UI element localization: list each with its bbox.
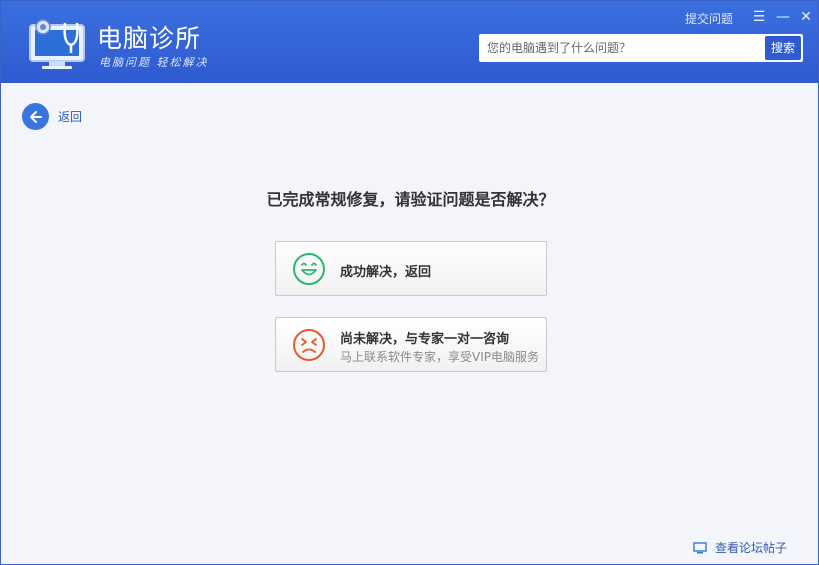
minimize-icon[interactable]: — [775, 9, 791, 25]
resolved-option-button[interactable]: 成功解决，返回 [275, 241, 547, 296]
header-bar: 电脑诊所 电脑问题 轻松解决 提交问题 ☰ — ✕ 搜索 [1, 1, 818, 83]
app-title: 电脑诊所 [97, 24, 202, 53]
app-window: 电脑诊所 电脑问题 轻松解决 提交问题 ☰ — ✕ 搜索 返回 已完成常规修复，… [0, 0, 819, 565]
consult-expert-option-label: 尚未解决，与专家一对一咨询 [340, 332, 510, 347]
verify-question: 已完成常规修复，请验证问题是否解决？ [266, 190, 555, 209]
menu-icon[interactable]: ☰ [751, 9, 767, 25]
resolved-option-label: 成功解决，返回 [340, 265, 432, 280]
back-label: 返回 [58, 110, 83, 124]
smile-face-icon [293, 253, 325, 285]
close-icon[interactable]: ✕ [798, 9, 814, 25]
back-button[interactable]: 返回 [22, 103, 82, 130]
consult-expert-option-subtitle: 马上联系软件专家，享受VIP电脑服务 [340, 350, 539, 364]
search-box: 搜索 [479, 34, 803, 62]
feedback-link[interactable]: 提交问题 [685, 10, 733, 27]
search-input[interactable] [479, 34, 759, 62]
forum-post-link[interactable]: 查看论坛帖子 [693, 539, 787, 556]
monitor-icon [693, 541, 707, 553]
sad-face-icon [293, 329, 325, 361]
consult-expert-option-button[interactable]: 尚未解决，与专家一对一咨询 马上联系软件专家，享受VIP电脑服务 [275, 317, 547, 372]
search-button[interactable]: 搜索 [765, 36, 801, 60]
app-slogan: 电脑问题 轻松解决 [99, 56, 209, 69]
monitor-stethoscope-logo-icon [29, 19, 85, 69]
back-arrow-icon [22, 103, 49, 130]
forum-post-link-label: 查看论坛帖子 [715, 541, 788, 555]
